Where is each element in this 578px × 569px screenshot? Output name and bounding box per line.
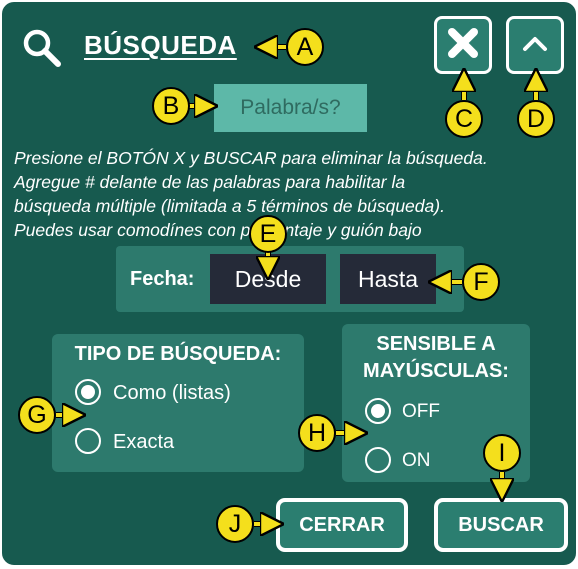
search-input[interactable]: Palabra/s? [214,84,367,132]
marker-d: D [517,100,555,138]
search-type-title: TIPO DE BÚSQUEDA: [74,343,282,365]
marker-b: B [152,87,190,125]
radio-like-lists[interactable] [75,379,101,405]
date-from-label: Desde [234,265,302,292]
search-placeholder: Palabra/s? [240,96,341,119]
instruction-line: Agregue # delante de las palabras para h… [14,172,406,192]
date-to-button[interactable]: Hasta [340,254,436,304]
marker-j: J [216,505,254,543]
instructions-text: Presione el BOTÓN X y BUSCAR para elimin… [14,146,570,242]
marker-h: H [298,414,336,452]
close-dialog-label: CERRAR [299,513,385,536]
marker-f: F [462,263,500,301]
dialog-title: BÚSQUEDA [84,30,237,60]
close-dialog-button[interactable]: CERRAR [276,498,408,552]
radio-exact[interactable] [75,428,101,454]
case-sensitive-title: SENSIBLE A MAYÚSCULAS: [342,331,530,385]
search-button[interactable]: BUSCAR [434,498,568,552]
date-from-button[interactable]: Desde [210,254,326,304]
collapse-button[interactable] [506,16,564,74]
marker-g: G [18,396,56,434]
radio-selected-dot [371,404,385,418]
radio-case-on[interactable] [365,447,391,473]
marker-a: A [286,28,324,66]
marker-c: C [445,100,483,138]
option-exact-label: Exacta [113,431,175,453]
marker-e: E [249,215,287,253]
search-dialog: BÚSQUEDA Palabra/s? Presione el BOTÓN X … [0,0,578,567]
case-sensitive-title-line: MAYÚSCULAS: [363,360,509,382]
option-off-label: OFF [402,401,440,422]
option-like-lists-label: Como (listas) [113,382,231,404]
date-label: Fecha: [130,268,195,290]
chevron-up-icon [521,33,549,58]
instruction-line: búsqueda múltiple (limitada a 5 términos… [14,196,445,216]
radio-case-off[interactable] [365,398,391,424]
close-icon [447,27,479,64]
radio-selected-dot [81,385,95,399]
marker-i: I [483,434,521,472]
instruction-line: Puedes usar comodínes con porcentaje y g… [14,220,422,240]
date-to-label: Hasta [357,265,419,292]
option-on-label: ON [402,450,431,471]
search-icon [22,28,62,73]
case-sensitive-title-line: SENSIBLE A [376,333,496,355]
instruction-line: Presione el BOTÓN X y BUSCAR para elimin… [14,148,488,168]
close-button[interactable] [434,16,492,74]
search-button-label: BUSCAR [458,513,544,536]
